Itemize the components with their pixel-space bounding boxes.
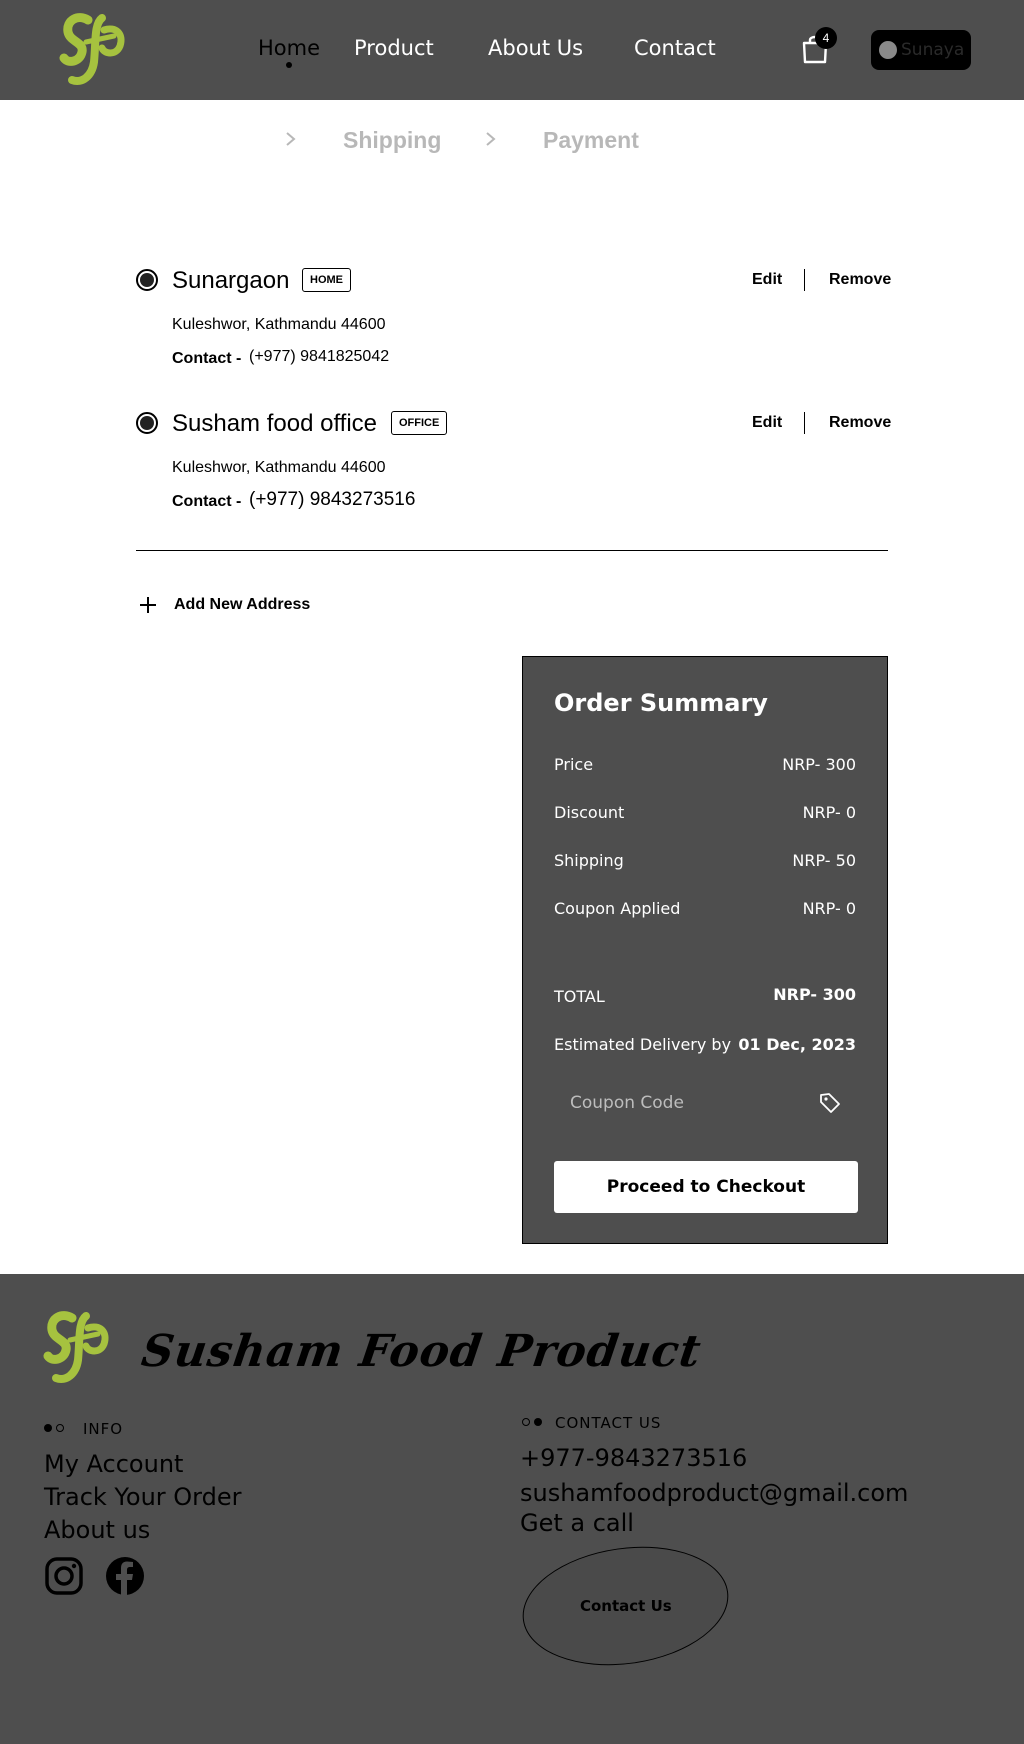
add-new-address-label: Add New Address [174,596,311,613]
nav-about-us[interactable]: About Us [488,36,583,60]
edit-address-button[interactable]: Edit [752,414,782,432]
about-us-link[interactable]: About us [44,1516,150,1544]
remove-address-button[interactable]: Remove [829,414,891,432]
info-dots-icon [44,1424,64,1432]
coupon-code-input[interactable] [570,1093,790,1113]
active-nav-indicator [286,62,292,68]
phone-link[interactable]: +977-9843273516 [520,1444,747,1472]
email-link[interactable]: sushamfoodproduct@gmail.com [520,1479,908,1507]
contact-label: Contact - [172,493,242,510]
proceed-to-checkout-button[interactable]: Proceed to Checkout [554,1161,858,1213]
brand-name: Susham Food Product [138,1326,705,1377]
address-name: Susham food office [172,410,378,437]
nav-contact[interactable]: Contact [634,36,716,60]
coupon-field[interactable] [554,1081,858,1125]
address-line: Kuleshwor, Kathmandu 44600 [172,459,386,476]
section-divider [136,550,888,551]
get-a-call-label: Get a call [520,1509,634,1537]
discount-value: NRP- 0 [802,803,856,822]
nav-home[interactable]: Home [258,36,320,60]
edit-address-button[interactable]: Edit [752,271,782,289]
address-tag-office: OFFICE [391,411,448,435]
total-label: TOTAL [554,987,605,1006]
facebook-icon[interactable] [105,1556,145,1596]
nav-product[interactable]: Product [354,36,434,60]
address-line: Kuleshwor, Kathmandu 44600 [172,316,386,333]
contact-dots-icon [522,1418,542,1426]
contact-number: (+977) 9841825042 [249,348,390,365]
estimated-delivery-date: 01 Dec, 2023 [738,1035,856,1054]
shipping-label: Shipping [554,851,624,870]
track-order-link[interactable]: Track Your Order [44,1483,242,1511]
info-heading: INFO [83,1420,124,1438]
coupon-applied-label: Coupon Applied [554,899,681,918]
shipping-value: NRP- 50 [792,851,856,870]
coupon-applied-value: NRP- 0 [802,899,856,918]
estimated-delivery-label: Estimated Delivery by [554,1035,732,1054]
order-summary-title: Order Summary [554,689,768,717]
logo-icon[interactable] [58,12,128,88]
chevron-right-icon [286,132,296,146]
cart-count-badge: 4 [815,27,837,49]
total-value: NRP- 300 [773,985,856,1004]
top-nav-bar: Home Product About Us Contact 4 Sunaya [0,0,1024,100]
instagram-icon[interactable] [44,1556,84,1596]
divider [804,269,805,291]
chevron-right-icon [486,132,496,146]
price-label: Price [554,755,594,774]
price-value: NRP- 300 [782,755,856,774]
divider [804,412,805,434]
contact-us-heading: CONTACT US [555,1414,662,1432]
breadcrumb-payment[interactable]: Payment [543,127,639,154]
contact-number: (+977) 9843273516 [249,489,416,510]
footer-logo-icon[interactable] [42,1310,112,1386]
address-radio-sunargaon[interactable] [136,269,158,291]
user-name: Sunaya [901,40,965,60]
remove-address-button[interactable]: Remove [829,271,891,289]
avatar [879,41,897,59]
my-account-link[interactable]: My Account [44,1450,183,1478]
contact-label: Contact - [172,350,242,367]
address-tag-home: HOME [302,268,351,292]
address-name: Sunargaon [172,267,290,294]
tag-icon[interactable] [818,1091,842,1115]
add-new-address-button[interactable]: Add New Address [138,595,310,615]
breadcrumb-shipping[interactable]: Shipping [343,127,441,154]
user-account-button[interactable]: Sunaya [871,30,971,70]
contact-us-label: Contact Us [579,1597,672,1615]
discount-label: Discount [554,803,625,822]
address-radio-susham-office[interactable] [136,412,158,434]
order-summary-panel: Order Summary Price NRP- 300 Discount NR… [522,656,888,1244]
plus-icon [140,597,156,613]
